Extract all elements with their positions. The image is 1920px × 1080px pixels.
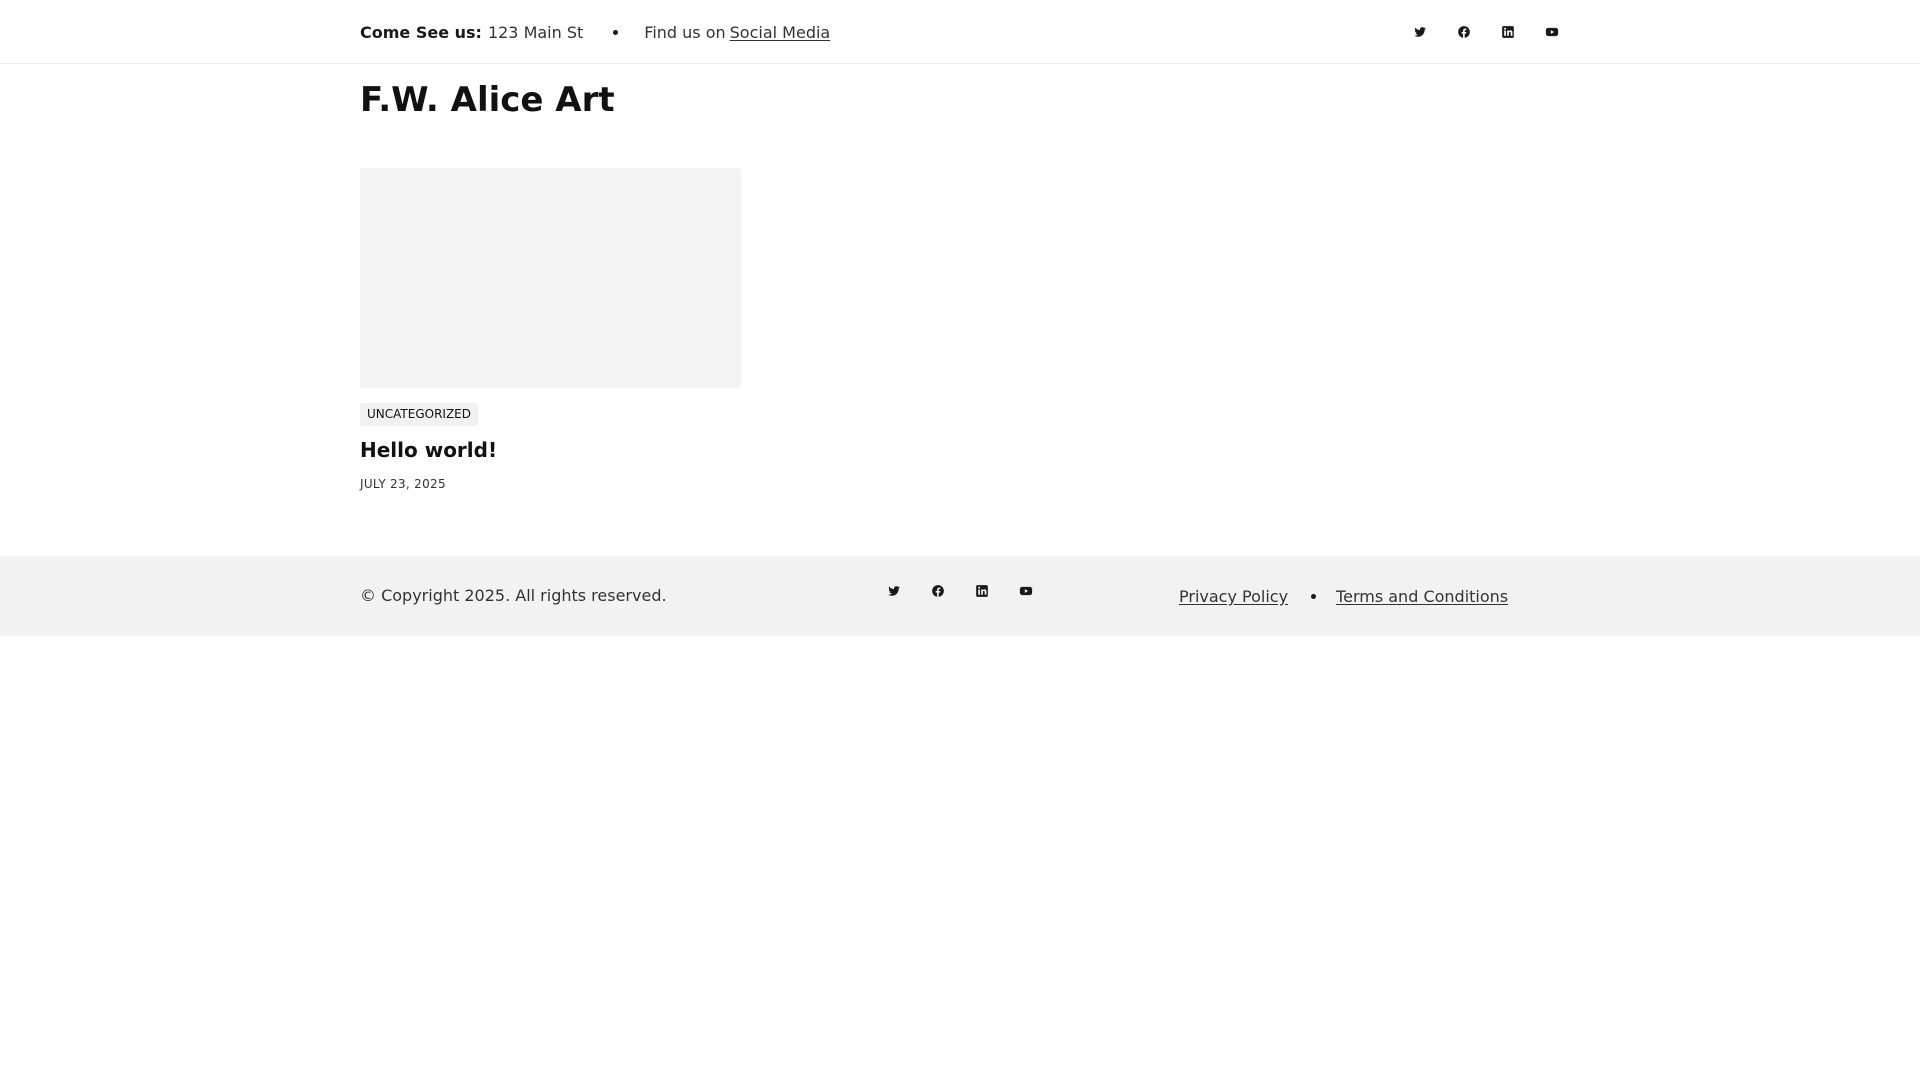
facebook-icon[interactable] (1457, 25, 1471, 39)
address-label: Come See us: (360, 22, 482, 42)
find-us-text: Find us on (644, 22, 726, 42)
site-title[interactable]: F.W. Alice Art (360, 80, 615, 120)
site-footer: © Copyright 2025. All rights reserved. P… (0, 556, 1920, 636)
separator-dot (613, 29, 619, 35)
privacy-policy-link[interactable]: Privacy Policy (1179, 587, 1288, 606)
social-media-link[interactable]: Social Media (730, 23, 831, 42)
contact-info: Come See us: 123 Main St Find us on Soci… (360, 0, 830, 64)
address-value: 123 Main St (487, 22, 584, 42)
top-bar: Come See us: 123 Main St Find us on Soci… (0, 0, 1920, 64)
youtube-icon[interactable] (1019, 584, 1033, 598)
post-thumbnail[interactable] (360, 168, 741, 388)
separator-dot (1311, 593, 1317, 599)
footer-social-links (887, 584, 1033, 598)
post-category-badge[interactable]: UNCATEGORIZED (360, 403, 478, 426)
copyright-text: © Copyright 2025. All rights reserved. (360, 586, 667, 605)
footer-legal-links: Privacy Policy Terms and Conditions (1179, 556, 1508, 636)
linkedin-icon[interactable] (1501, 25, 1515, 39)
twitter-icon[interactable] (1413, 25, 1427, 39)
twitter-icon[interactable] (887, 584, 901, 598)
linkedin-icon[interactable] (975, 584, 989, 598)
terms-and-conditions-link[interactable]: Terms and Conditions (1336, 587, 1508, 606)
post-date: JULY 23, 2025 (360, 477, 446, 491)
header-social-links (1413, 25, 1559, 39)
facebook-icon[interactable] (931, 584, 945, 598)
post-title[interactable]: Hello world! (360, 438, 497, 462)
youtube-icon[interactable] (1545, 25, 1559, 39)
